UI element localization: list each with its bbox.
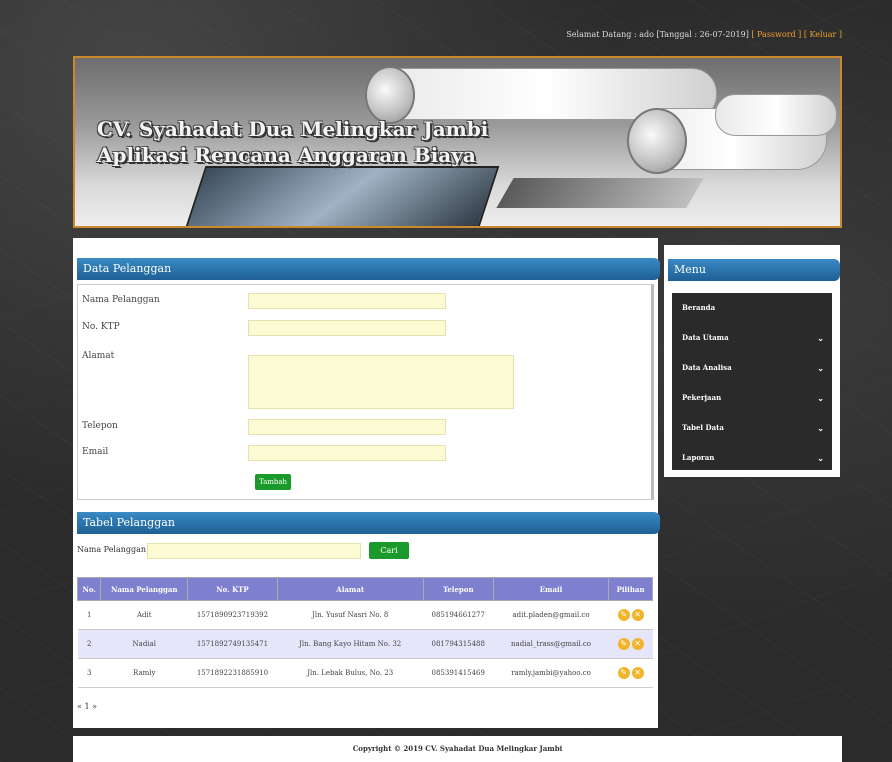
menu-item-tabel-data[interactable]: Tabel Data ⌄	[672, 413, 832, 443]
delete-icon[interactable]: ✕	[631, 638, 644, 650]
cell-email: ramly.jambi@yahoo.co	[493, 658, 609, 688]
banner-title: CV. Syahadat Dua Melingkar Jambi Aplikas…	[97, 116, 488, 168]
search-label: Nama Pelanggan :	[77, 545, 152, 554]
cell-telepon: 085391415469	[423, 658, 494, 688]
menu-item-pekerjaan[interactable]: Pekerjaan ⌄	[672, 383, 832, 413]
telepon-label: Telepon	[82, 421, 118, 431]
topbar: Selamat Datang : ado [Tanggal : 26-07-20…	[566, 30, 842, 39]
col-telepon: Telepon	[422, 577, 494, 601]
col-nama: Nama Pelanggan	[100, 577, 189, 601]
menu-item-beranda[interactable]: Beranda	[672, 293, 832, 323]
table-title: Tabel Pelanggan	[77, 512, 660, 534]
cell-telepon: 085194661277	[423, 600, 494, 630]
logout-link[interactable]: [ Keluar ]	[804, 30, 842, 39]
footer: Copyright © 2019 CV. Syahadat Dua Meling…	[73, 736, 842, 762]
menu-item-laporan[interactable]: Laporan ⌄	[672, 443, 832, 473]
password-link[interactable]: [ Password ]	[751, 30, 801, 39]
customer-form: Nama Pelanggan No. KTP Alamat Telepon Em…	[77, 284, 654, 500]
nama-label: Nama Pelanggan	[82, 295, 160, 305]
telepon-input[interactable]	[248, 419, 446, 435]
pagination[interactable]: « 1 »	[77, 702, 97, 711]
cell-alamat: Jln. Yusuf Nasri No. 8	[277, 600, 424, 630]
ktp-label: No. KTP	[82, 322, 120, 332]
table-row: 1 Adit 1571890923719392 Jln. Yusuf Nasri…	[77, 600, 653, 630]
ktp-input[interactable]	[248, 320, 446, 336]
menu-item-label: Laporan	[682, 453, 715, 462]
alamat-textarea[interactable]	[248, 355, 514, 409]
cell-pilihan: ✎ ✕	[608, 658, 653, 688]
alamat-label: Alamat	[82, 351, 115, 361]
menu-title: Menu	[668, 259, 840, 281]
edit-icon[interactable]: ✎	[617, 667, 630, 679]
nama-input[interactable]	[248, 293, 446, 309]
cell-telepon: 081794315488	[423, 629, 494, 659]
menu-item-data-analisa[interactable]: Data Analisa ⌄	[672, 353, 832, 383]
col-pilihan: Pilihan	[608, 577, 653, 601]
email-input[interactable]	[248, 445, 446, 461]
col-alamat: Alamat	[276, 577, 424, 601]
chevron-down-icon: ⌄	[817, 333, 824, 343]
table-row: 3 Ramly 1571892231885910 Jln. Lebak Bulu…	[77, 658, 653, 688]
menu-item-label: Data Utama	[682, 333, 729, 342]
cell-no: 2	[77, 629, 101, 659]
customer-table: No. Nama Pelanggan No. KTP Alamat Telepo…	[76, 577, 653, 688]
delete-icon[interactable]: ✕	[631, 609, 644, 621]
chevron-down-icon: ⌄	[817, 453, 824, 463]
form-title: Data Pelanggan	[77, 258, 660, 280]
cell-ktp: 1571892749135471	[187, 629, 278, 659]
chevron-down-icon: ⌄	[817, 363, 824, 373]
cell-nama: Nadial	[100, 629, 188, 659]
email-label: Email	[82, 447, 109, 457]
menu-item-data-utama[interactable]: Data Utama ⌄	[672, 323, 832, 353]
sidebar: Menu Beranda Data Utama ⌄ Data Analisa ⌄ P…	[664, 245, 840, 477]
cell-no: 1	[77, 600, 101, 630]
col-no: No.	[76, 577, 102, 601]
cell-email: adit.pladen@gmail.co	[493, 600, 609, 630]
chevron-down-icon: ⌄	[817, 423, 824, 433]
chevron-down-icon: ⌄	[817, 393, 824, 403]
menu-item-label: Pekerjaan	[682, 393, 722, 402]
table-row: 2 Nadial 1571892749135471 Jln. Bang Kayo…	[77, 629, 653, 659]
cell-alamat: Jln. Lebak Bulus, No. 23	[277, 658, 424, 688]
edit-icon[interactable]: ✎	[617, 609, 630, 621]
menu-list: Beranda Data Utama ⌄ Data Analisa ⌄ Pekerj…	[672, 293, 832, 470]
cell-pilihan: ✎ ✕	[608, 600, 653, 630]
header-banner: CV. Syahadat Dua Melingkar Jambi Aplikas…	[73, 56, 842, 228]
delete-icon[interactable]: ✕	[631, 667, 644, 679]
cari-button[interactable]: Cari	[369, 542, 409, 559]
cell-no: 3	[77, 658, 101, 688]
cell-nama: Adit	[100, 600, 188, 630]
cell-ktp: 1571892231885910	[187, 658, 278, 688]
menu-item-label: Tabel Data	[682, 423, 724, 432]
table-header-row: No. Nama Pelanggan No. KTP Alamat Telepo…	[76, 577, 653, 601]
cell-alamat: Jln. Bang Kayo Hitam No. 32	[277, 629, 424, 659]
edit-icon[interactable]: ✎	[617, 638, 630, 650]
cell-email: nadial_trass@gmail.co	[493, 629, 609, 659]
banner-line1: CV. Syahadat Dua Melingkar Jambi	[97, 117, 489, 141]
banner-line2: Aplikasi Rencana Anggaran Biaya	[97, 143, 476, 167]
cell-ktp: 1571890923719392	[187, 600, 278, 630]
main-content: Data Pelanggan Nama Pelanggan No. KTP Al…	[73, 238, 660, 728]
col-email: Email	[492, 577, 610, 601]
col-ktp: No. KTP	[187, 577, 278, 601]
greeting-text: Selamat Datang : ado [Tanggal : 26-07-20…	[566, 30, 749, 39]
menu-item-label: Beranda	[682, 303, 716, 312]
search-input[interactable]	[147, 543, 361, 559]
menu-item-label: Data Analisa	[682, 363, 732, 372]
cell-pilihan: ✎ ✕	[608, 629, 653, 659]
tambah-button[interactable]: Tambah	[255, 474, 291, 490]
cell-nama: Ramly	[100, 658, 188, 688]
copyright-text: Copyright © 2019 CV. Syahadat Dua Meling…	[352, 744, 563, 753]
